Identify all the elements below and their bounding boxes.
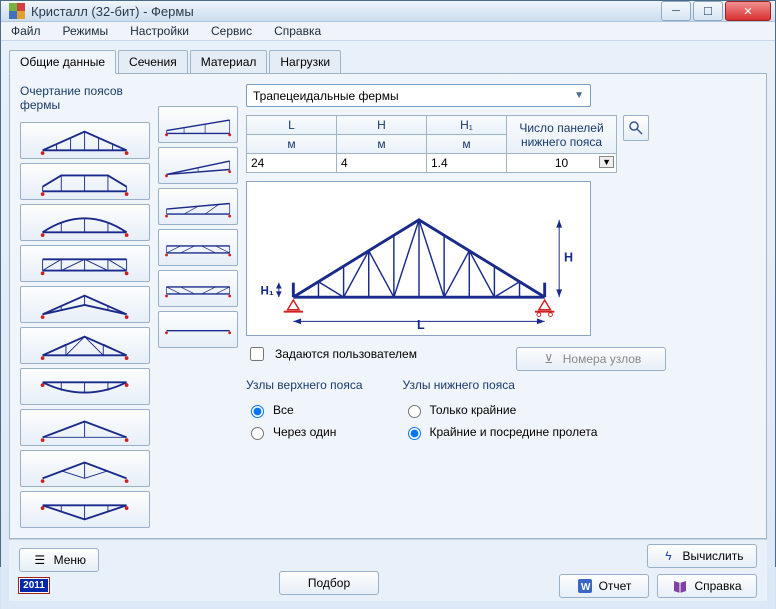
top-chord-title: Узлы верхнего пояса bbox=[246, 378, 363, 392]
svg-text:H₁: H₁ bbox=[260, 284, 273, 297]
unit-L: м bbox=[247, 135, 337, 154]
menu-modes[interactable]: Режимы bbox=[59, 22, 113, 40]
unit-H1: м bbox=[427, 135, 507, 154]
app-icon bbox=[9, 3, 25, 19]
input-L[interactable] bbox=[251, 156, 332, 170]
svg-text:W: W bbox=[581, 582, 591, 593]
bottom-chord-group: Узлы нижнего пояса Только крайние Крайни… bbox=[403, 378, 598, 440]
word-icon: W bbox=[577, 578, 593, 594]
truss-shape-9[interactable] bbox=[20, 450, 150, 487]
user-defined-checkbox[interactable] bbox=[250, 347, 264, 361]
bottom-edge-row[interactable]: Только крайние bbox=[403, 402, 598, 418]
outline-label: Очертание поясов фермы bbox=[20, 84, 150, 112]
lightning-icon: ϟ bbox=[660, 548, 676, 564]
truss-shape-11[interactable] bbox=[158, 106, 238, 143]
truss-shape-14[interactable] bbox=[158, 229, 238, 266]
top-chord-group: Узлы верхнего пояса Все Через один bbox=[246, 378, 363, 440]
truss-shape-5[interactable] bbox=[20, 286, 150, 323]
svg-text:L: L bbox=[417, 318, 425, 331]
truss-diagram: L H H₁ bbox=[246, 181, 591, 336]
col-H1: H₁ bbox=[427, 116, 507, 135]
menubar: Файл Режимы Настройки Сервис Справка bbox=[1, 22, 775, 41]
podbor-button[interactable]: Подбор bbox=[279, 571, 379, 595]
node-numbers-button[interactable]: ⊻ Номера узлов bbox=[516, 347, 666, 371]
calculate-button[interactable]: ϟ Вычислить bbox=[647, 544, 757, 568]
truss-shape-12[interactable] bbox=[158, 147, 238, 184]
radio-bottom-edge[interactable] bbox=[408, 405, 421, 418]
list-icon: ☰ bbox=[32, 552, 48, 568]
truss-shape-16[interactable] bbox=[158, 311, 238, 348]
user-defined-label: Задаются пользователем bbox=[275, 347, 417, 361]
input-H1[interactable] bbox=[431, 156, 502, 170]
maximize-button[interactable]: ☐ bbox=[693, 1, 723, 21]
truss-type-value: Трапецеидальные фермы bbox=[253, 89, 399, 103]
truss-shape-2[interactable] bbox=[20, 163, 150, 200]
unit-H: м bbox=[337, 135, 427, 154]
tab-material[interactable]: Материал bbox=[190, 50, 268, 74]
tab-general[interactable]: Общие данные bbox=[9, 50, 116, 74]
bottom-edge-mid-row[interactable]: Крайние и посредине пролета bbox=[403, 424, 598, 440]
radio-top-all[interactable] bbox=[251, 405, 264, 418]
tab-loads[interactable]: Нагрузки bbox=[269, 50, 341, 74]
chevron-down-icon[interactable]: ▼ bbox=[599, 156, 614, 168]
col-panels: Число панелей нижнего пояса bbox=[507, 116, 617, 154]
truss-shape-13[interactable] bbox=[158, 188, 238, 225]
truss-shape-8[interactable] bbox=[20, 409, 150, 446]
node-icon: ⊻ bbox=[541, 351, 557, 367]
input-H[interactable] bbox=[341, 156, 422, 170]
close-button[interactable]: ✕ bbox=[725, 1, 771, 21]
col-L: L bbox=[247, 116, 337, 135]
chevron-down-icon: ▼ bbox=[574, 90, 584, 101]
radio-bottom-edge-mid[interactable] bbox=[408, 427, 421, 440]
panels-value[interactable]: 10 bbox=[555, 156, 568, 170]
truss-shape-7[interactable] bbox=[20, 368, 150, 405]
top-every-other-row[interactable]: Через один bbox=[246, 424, 363, 440]
window-title: Кристалл (32-бит) - Фермы bbox=[31, 4, 661, 19]
truss-shape-1[interactable] bbox=[20, 122, 150, 159]
tab-sections[interactable]: Сечения bbox=[118, 50, 188, 74]
col-H: H bbox=[337, 116, 427, 135]
year-badge: 2011 bbox=[19, 578, 49, 593]
parameters-table: L H H₁ Число панелей нижнего пояса м м м bbox=[246, 115, 617, 173]
truss-shape-15[interactable] bbox=[158, 270, 238, 307]
truss-shape-6[interactable] bbox=[20, 327, 150, 364]
minimize-button[interactable]: ─ bbox=[661, 1, 691, 21]
bottom-chord-title: Узлы нижнего пояса bbox=[403, 378, 598, 392]
truss-shape-4[interactable] bbox=[20, 245, 150, 282]
menu-service[interactable]: Сервис bbox=[207, 22, 256, 40]
user-defined-check-row[interactable]: Задаются пользователем bbox=[246, 344, 417, 364]
menu-settings[interactable]: Настройки bbox=[126, 22, 193, 40]
truss-shape-10[interactable] bbox=[20, 491, 150, 528]
titlebar: Кристалл (32-бит) - Фермы ─ ☐ ✕ bbox=[1, 1, 775, 22]
truss-type-combo[interactable]: Трапецеидальные фермы ▼ bbox=[246, 84, 591, 107]
report-button[interactable]: W Отчет bbox=[559, 574, 649, 598]
magnify-button[interactable] bbox=[623, 115, 649, 141]
menu-help[interactable]: Справка bbox=[270, 22, 325, 40]
help-button[interactable]: Справка bbox=[657, 574, 757, 598]
top-all-row[interactable]: Все bbox=[246, 402, 363, 418]
bottom-bar: ☰ Меню 2011 Подбор ϟ Вычислить W bbox=[9, 539, 767, 601]
menu-file[interactable]: Файл bbox=[7, 22, 45, 40]
truss-shape-3[interactable] bbox=[20, 204, 150, 241]
general-panel: Очертание поясов фермы bbox=[9, 73, 767, 539]
book-icon bbox=[672, 578, 688, 594]
tabs: Общие данные Сечения Материал Нагрузки bbox=[9, 49, 767, 73]
svg-text:H: H bbox=[564, 250, 573, 264]
radio-top-every-other[interactable] bbox=[251, 427, 264, 440]
menu-button[interactable]: ☰ Меню bbox=[19, 548, 99, 572]
